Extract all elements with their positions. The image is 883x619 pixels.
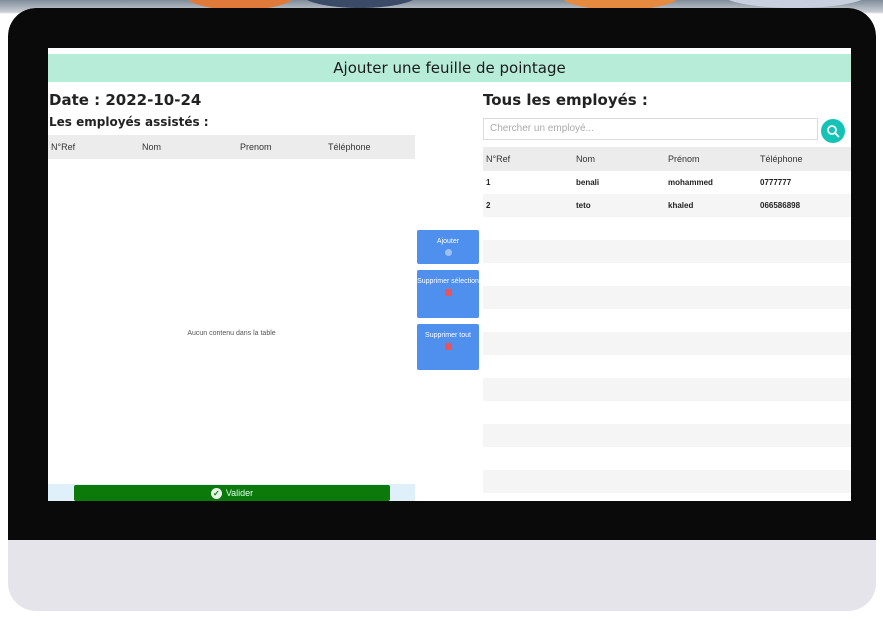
page-title: Ajouter une feuille de pointage — [333, 59, 566, 77]
search-icon — [827, 125, 840, 138]
delete-all-button[interactable]: Supprimer tout — [417, 324, 479, 370]
delete-selection-label: Supprimer sélection — [417, 278, 479, 285]
column-header[interactable]: N°Ref — [483, 154, 576, 164]
table-row[interactable]: 1 benali mohammed 0777777 — [483, 171, 851, 194]
cell-prenom: mohammed — [668, 178, 713, 187]
empty-row — [483, 470, 851, 493]
empty-row — [483, 401, 851, 424]
all-employees-table: N°Ref Nom Prénom Téléphone 1 benali moha… — [483, 147, 851, 493]
cell-ref: 1 — [486, 178, 491, 187]
cell-telephone: 066586898 — [760, 201, 801, 210]
monitor-frame: Ajouter une feuille de pointage Date : 2… — [8, 8, 876, 611]
column-header[interactable]: Prenom — [230, 142, 328, 152]
empty-row — [483, 263, 851, 286]
column-header[interactable]: N°Ref — [48, 142, 117, 152]
date-label: Date : — [49, 91, 101, 109]
date-display: Date : 2022-10-24 — [49, 91, 201, 109]
cell-prenom: khaled — [668, 201, 694, 210]
cell-nom: teto — [576, 201, 591, 210]
column-header[interactable]: Nom — [117, 142, 230, 152]
column-header[interactable]: Téléphone — [328, 142, 408, 152]
validate-label: Valider — [225, 488, 254, 498]
cell-telephone: 0777777 — [760, 178, 792, 187]
empty-row — [483, 309, 851, 332]
all-employees-title: Tous les employés : — [483, 91, 648, 109]
date-value: 2022-10-24 — [105, 91, 202, 109]
check-circle-icon: ✓ — [210, 487, 222, 499]
empty-table-message: Aucun contenu dans la table — [187, 330, 276, 337]
empty-row — [483, 424, 851, 447]
table-header: N°Ref Nom Prénom Téléphone — [483, 147, 851, 171]
table-row[interactable]: 2 teto khaled 066586898 — [483, 194, 851, 217]
page-title-bar: Ajouter une feuille de pointage — [48, 54, 851, 82]
delete-all-label: Supprimer tout — [425, 332, 471, 339]
table-header: N°Ref Nom Prenom Téléphone — [48, 135, 415, 159]
delete-selection-button[interactable]: Supprimer sélection — [417, 270, 479, 318]
app-screen: Ajouter une feuille de pointage Date : 2… — [48, 48, 851, 501]
empty-row — [483, 355, 851, 378]
column-header[interactable]: Téléphone — [760, 154, 851, 164]
column-header[interactable]: Nom — [576, 154, 668, 164]
column-header[interactable]: Prénom — [668, 154, 760, 164]
add-label: Ajouter — [436, 238, 460, 245]
search-button[interactable] — [821, 119, 845, 143]
trash-icon — [444, 343, 452, 350]
validate-button[interactable]: ✓ Valider — [74, 485, 390, 501]
empty-row — [483, 240, 851, 263]
add-button[interactable]: Ajouter — [417, 230, 479, 264]
assisted-employees-table: N°Ref Nom Prenom Téléphone Aucun contenu… — [48, 135, 415, 501]
monitor-bezel: Ajouter une feuille de pointage Date : 2… — [8, 8, 876, 540]
cell-nom: benali — [576, 178, 600, 187]
employee-search-input[interactable]: Chercher un employé... — [483, 118, 818, 140]
empty-row — [483, 286, 851, 309]
empty-row — [483, 378, 851, 401]
empty-row — [483, 217, 851, 240]
empty-row — [483, 447, 851, 470]
empty-row — [483, 332, 851, 355]
user-plus-icon — [444, 249, 452, 256]
cell-ref: 2 — [486, 201, 491, 210]
assisted-employees-title: Les employés assistés : — [49, 115, 209, 129]
trash-icon — [444, 289, 452, 296]
